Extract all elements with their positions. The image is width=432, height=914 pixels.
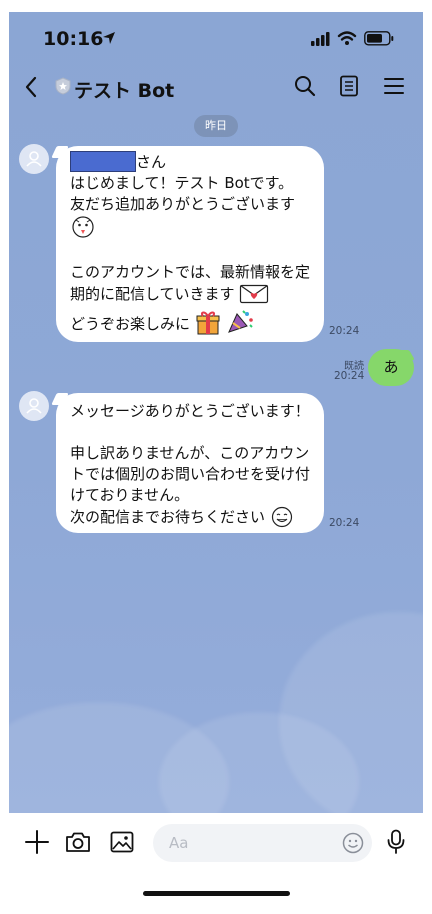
message-line: 申し訳ありませんが、このアカウン xyxy=(70,444,310,462)
avatar[interactable] xyxy=(19,391,49,421)
message-time: 20:24 xyxy=(329,325,360,337)
chat-title: テスト Bot xyxy=(74,80,175,102)
message-line: トでは個別のお問い合わせを受け付 xyxy=(70,465,311,483)
message-line: 期的に配信していきます xyxy=(70,283,320,309)
message-line: さん xyxy=(70,151,320,173)
search-icon[interactable] xyxy=(293,74,317,98)
battery-icon xyxy=(364,31,394,46)
image-icon[interactable] xyxy=(110,831,134,853)
party-popper-icon xyxy=(227,310,253,333)
input-bar: Aa xyxy=(0,813,432,914)
emoji-icon[interactable] xyxy=(342,832,364,854)
message-time: 20:24 xyxy=(329,517,360,529)
redacted-name xyxy=(70,151,136,172)
signal-icon xyxy=(311,32,330,46)
message-bubble[interactable]: メッセージありがとうございます！ 申し訳ありませんが、このアカウン トでは個別の… xyxy=(56,393,324,533)
chat-background: 10:16 テスト Bot 昨日 さん はじめまして！テスト Botです。 友だ… xyxy=(9,12,423,813)
notes-icon[interactable] xyxy=(339,75,359,97)
message-line xyxy=(70,422,320,443)
message-line: どうぞお楽しみに xyxy=(70,309,320,335)
my-message-bubble[interactable]: あ xyxy=(368,349,414,386)
user-icon xyxy=(26,151,42,167)
cloud-decoration xyxy=(279,612,423,813)
home-indicator[interactable] xyxy=(143,891,290,896)
chat-header: テスト Bot xyxy=(9,66,423,110)
message-line: 次の配信までお待ちください xyxy=(70,506,320,530)
message-line: 友だち追加ありがとうございます xyxy=(70,195,296,213)
smiley-icon xyxy=(271,506,292,528)
message-time: 20:24 xyxy=(334,370,365,382)
menu-icon[interactable] xyxy=(383,76,405,96)
date-divider: 昨日 xyxy=(194,115,238,137)
message-input[interactable]: Aa xyxy=(153,824,372,862)
message-line: はじめまして！テスト Botです。 xyxy=(70,174,294,192)
input-placeholder: Aa xyxy=(169,834,189,852)
gift-icon xyxy=(196,311,220,335)
plus-icon[interactable] xyxy=(25,830,49,854)
mic-icon[interactable] xyxy=(386,829,406,855)
envelope-icon xyxy=(240,284,269,304)
status-time: 10:16 xyxy=(43,28,104,50)
message-line xyxy=(70,241,320,262)
camera-icon[interactable] xyxy=(65,831,91,853)
message-line: このアカウントでは、最新情報を定 xyxy=(70,263,311,281)
location-arrow-icon xyxy=(103,32,115,44)
chat-screen: 10:16 テスト Bot 昨日 さん はじめまして！テスト Botです。 友だ… xyxy=(0,0,432,914)
sticker-emoji-icon xyxy=(72,216,94,238)
message-line: メッセージありがとうございます！ xyxy=(70,402,310,420)
avatar[interactable] xyxy=(19,144,49,174)
message-line: けておりません。 xyxy=(70,486,190,504)
status-bar: 10:16 xyxy=(9,12,423,66)
message-bubble[interactable]: さん はじめまして！テスト Botです。 友だち追加ありがとうございます このア… xyxy=(56,146,324,342)
back-icon[interactable] xyxy=(24,76,38,98)
user-icon xyxy=(26,398,42,414)
message-line xyxy=(70,215,320,241)
shield-icon xyxy=(55,77,71,95)
wifi-icon xyxy=(337,31,357,45)
